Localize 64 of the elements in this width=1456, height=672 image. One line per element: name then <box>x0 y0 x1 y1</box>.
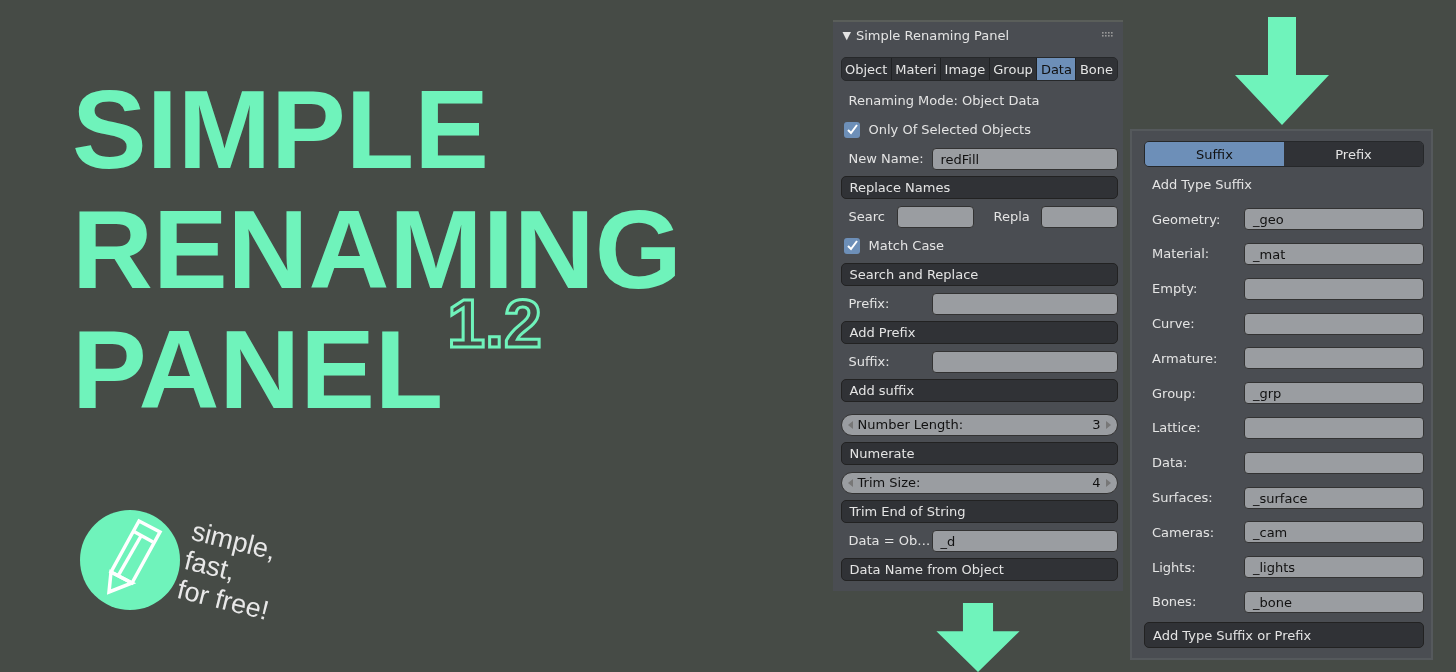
field-value: 3 <box>1092 417 1101 432</box>
input-field[interactable] <box>931 350 1118 373</box>
field-label: Empty: <box>1151 281 1199 297</box>
mode-tab[interactable]: Data <box>1036 58 1076 80</box>
input-field[interactable]: _mat <box>1244 243 1424 265</box>
action-button[interactable]: Trim End of String <box>840 500 1118 523</box>
field-label: New Name: <box>847 151 925 166</box>
pencil-icon <box>80 510 180 610</box>
field-label: Number Length: <box>857 417 965 432</box>
action-button[interactable]: Add suffix <box>840 379 1118 402</box>
action-button[interactable]: Add Type Suffix or Prefix <box>1144 622 1424 649</box>
field-label: Repla <box>992 209 1031 224</box>
input-field[interactable] <box>1244 451 1424 474</box>
drag-handle-icon[interactable] <box>1101 32 1114 38</box>
checkbox-label: Match Case <box>867 238 945 253</box>
field-label: Lattice: <box>1151 420 1202 436</box>
field-value: 4 <box>1092 475 1101 490</box>
field-label: Lights: <box>1151 559 1197 575</box>
field-label: Trim Size: <box>857 475 922 490</box>
input-field[interactable] <box>1244 347 1424 370</box>
field-label: Bones: <box>1151 594 1198 610</box>
field-label: Curve: <box>1151 316 1196 332</box>
mode-label: Renaming Mode: Object Data <box>847 93 1040 108</box>
action-button[interactable]: Replace Names <box>840 176 1118 199</box>
input-field[interactable] <box>896 205 974 228</box>
field-label: Suffix: <box>847 354 891 369</box>
field-label: Searc <box>847 209 886 224</box>
type-tab[interactable]: Suffix <box>1145 142 1284 166</box>
field-label: Group: <box>1151 385 1197 401</box>
checkbox-label: Only Of Selected Objects <box>867 122 1031 137</box>
panel-title: Simple Renaming Panel <box>855 27 1011 43</box>
action-button[interactable]: Numerate <box>840 442 1118 465</box>
field-label: Surfaces: <box>1151 490 1214 506</box>
field-label: Cameras: <box>1151 524 1216 540</box>
input-field[interactable] <box>1040 205 1118 228</box>
field-label: Geometry: <box>1151 211 1222 227</box>
action-button[interactable]: Data Name from Object <box>840 558 1118 581</box>
action-button[interactable]: Add Prefix <box>840 321 1118 344</box>
input-field[interactable]: _d <box>931 529 1118 552</box>
input-field[interactable]: _grp <box>1244 382 1424 405</box>
input-field[interactable] <box>931 292 1118 315</box>
down-arrow-icon <box>1235 17 1329 125</box>
input-field[interactable]: _cam <box>1244 521 1424 544</box>
action-button[interactable]: Search and Replace <box>840 263 1118 286</box>
input-field[interactable]: _geo <box>1244 208 1424 231</box>
input-field[interactable]: _bone <box>1244 590 1424 613</box>
hero-title-line: SIMPLE <box>72 70 489 190</box>
input-field[interactable]: redFill <box>931 147 1118 170</box>
field-label: Prefix: <box>847 296 891 311</box>
checkbox[interactable] <box>843 121 860 138</box>
type-tab[interactable]: Prefix <box>1284 142 1423 166</box>
input-field[interactable] <box>1244 277 1424 300</box>
input-field[interactable] <box>1244 312 1424 335</box>
input-field[interactable]: _surface <box>1244 486 1424 509</box>
collapse-toggle[interactable]: ▼ <box>842 28 851 42</box>
field-label: Data: <box>1151 455 1189 471</box>
section-heading: Add Type Suffix <box>1151 176 1253 192</box>
field-label: Data = Ob… <box>847 533 932 548</box>
field-label: Armature: <box>1151 350 1219 366</box>
checkbox[interactable] <box>843 237 860 254</box>
hero-title-line: PANEL <box>72 310 444 430</box>
input-field[interactable] <box>1244 416 1424 439</box>
field-label: Material: <box>1151 246 1211 262</box>
input-field[interactable]: _lights <box>1244 556 1424 579</box>
